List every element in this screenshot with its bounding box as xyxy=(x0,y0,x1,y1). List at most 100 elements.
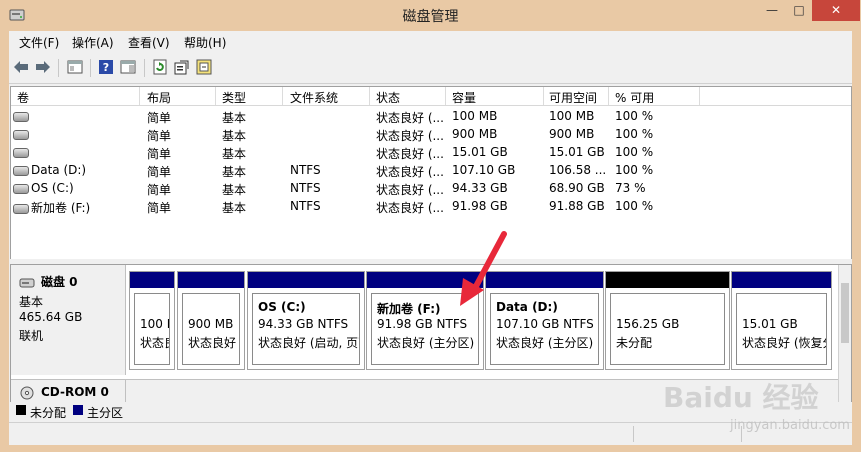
status-cell: 状态良好 (... xyxy=(376,129,444,143)
column-header-percent-free[interactable]: % 可用 xyxy=(615,89,654,106)
refresh-icon[interactable] xyxy=(151,58,169,76)
type-cell: 基本 xyxy=(222,129,247,143)
column-divider[interactable] xyxy=(543,87,544,105)
partition-status: 未分配 xyxy=(616,336,653,350)
menu-view[interactable]: 查看(V) xyxy=(128,34,170,51)
disk-management-window: 磁盘管理 — □ ✕ 文件(F) 操作(A) 查看(V) 帮助(H) ? 卷 布… xyxy=(0,0,861,452)
baidu-watermark-url: jingyan.baidu.com xyxy=(730,418,850,433)
type-cell: 基本 xyxy=(222,183,247,197)
free-space-cell: 100 MB xyxy=(549,109,595,123)
filesystem-cell: NTFS xyxy=(290,163,321,177)
column-divider[interactable] xyxy=(139,87,140,105)
column-divider[interactable] xyxy=(282,87,283,105)
type-cell: 基本 xyxy=(222,147,247,161)
volume-name-cell: 新加卷 (F:) xyxy=(13,199,90,216)
volume-name-cell xyxy=(13,145,31,159)
partition-color-bar xyxy=(248,272,364,288)
partition-color-bar xyxy=(732,272,831,288)
forward-arrow-icon[interactable] xyxy=(34,58,52,76)
partition-body: 900 MB 状态良好 ( xyxy=(182,293,240,365)
help-icon[interactable]: ? xyxy=(97,58,115,76)
partition-block[interactable]: OS (C:) 94.33 GB NTFS 状态良好 (启动, 页面 xyxy=(247,271,365,370)
menu-file[interactable]: 文件(F) xyxy=(19,34,59,51)
type-cell: 基本 xyxy=(222,201,247,215)
back-arrow-icon[interactable] xyxy=(12,58,30,76)
capacity-cell: 15.01 GB xyxy=(452,145,508,159)
status-cell: 状态良好 (... xyxy=(376,165,444,179)
layout-cell: 简单 xyxy=(147,129,172,143)
status-cell: 状态良好 (... xyxy=(376,147,444,161)
percent-free-cell: 100 % xyxy=(615,163,654,177)
column-divider[interactable] xyxy=(699,87,700,105)
partition-body: Data (D:) 107.10 GB NTFS 状态良好 (主分区) xyxy=(490,293,599,365)
percent-free-cell: 73 % xyxy=(615,181,646,195)
partition-block[interactable]: 100 MB 状态良好 xyxy=(129,271,175,370)
title-bar[interactable]: 磁盘管理 — □ ✕ xyxy=(0,0,861,31)
export-list-icon[interactable] xyxy=(195,58,213,76)
partition-body: 156.25 GB 未分配 xyxy=(610,293,725,365)
disk-0-size: 465.64 GB xyxy=(19,310,83,324)
partition-block[interactable]: 新加卷 (F:) 91.98 GB NTFS 状态良好 (主分区) xyxy=(366,271,484,370)
properties-pane-icon[interactable] xyxy=(119,58,137,76)
volume-row[interactable]: 新加卷 (F:) 简单 基本 NTFS 状态良好 (... 91.98 GB 9… xyxy=(11,197,851,215)
column-divider[interactable] xyxy=(369,87,370,105)
column-divider[interactable] xyxy=(445,87,446,105)
column-header-free-space[interactable]: 可用空间 xyxy=(549,89,597,106)
percent-free-cell: 100 % xyxy=(615,109,654,123)
free-space-cell: 15.01 GB xyxy=(549,145,605,159)
volume-list-panel: 卷 布局 类型 文件系统 状态 容量 可用空间 % 可用 简单 基本 状态良好 … xyxy=(10,86,852,260)
partition-color-bar xyxy=(367,272,483,288)
volume-row[interactable]: 简单 基本 状态良好 (... 100 MB 100 MB 100 % xyxy=(11,107,851,125)
column-header-type[interactable]: 类型 xyxy=(222,89,246,106)
column-divider[interactable] xyxy=(608,87,609,105)
partition-status: 状态良好 ( xyxy=(188,336,240,350)
scrollbar-thumb[interactable] xyxy=(841,283,849,343)
partition-block[interactable]: 156.25 GB 未分配 xyxy=(605,271,730,370)
volume-name: Data (D:) xyxy=(31,163,87,177)
partition-block[interactable]: 15.01 GB 状态良好 (恢复分 xyxy=(731,271,832,370)
partition-block[interactable]: Data (D:) 107.10 GB NTFS 状态良好 (主分区) xyxy=(485,271,604,370)
partition-title: OS (C:) xyxy=(258,300,306,314)
volume-name-cell: Data (D:) xyxy=(13,163,86,177)
column-header-status[interactable]: 状态 xyxy=(376,89,400,106)
volume-name-cell xyxy=(13,109,31,123)
volume-row[interactable]: 简单 基本 状态良好 (... 900 MB 900 MB 100 % xyxy=(11,125,851,143)
cdrom-0-label: CD-ROM 0 xyxy=(19,385,109,400)
column-divider[interactable] xyxy=(215,87,216,105)
column-header-filesystem[interactable]: 文件系统 xyxy=(290,89,338,106)
partition-block[interactable]: 900 MB 状态良好 ( xyxy=(177,271,245,370)
volume-disk-icon xyxy=(13,203,29,214)
volume-name: 新加卷 (F:) xyxy=(31,201,91,215)
show-hide-console-icon[interactable] xyxy=(66,58,84,76)
disk-0-label: 磁盘 0 xyxy=(19,273,78,290)
partition-body: OS (C:) 94.33 GB NTFS 状态良好 (启动, 页面 xyxy=(252,293,360,365)
properties-icon[interactable] xyxy=(173,58,191,76)
maximize-button[interactable]: □ xyxy=(785,0,813,21)
partition-status: 状态良好 (恢复分 xyxy=(742,336,827,350)
menu-action[interactable]: 操作(A) xyxy=(72,34,114,51)
disk-panel-scrollbar[interactable] xyxy=(838,265,851,403)
volume-row[interactable]: 简单 基本 状态良好 (... 15.01 GB 15.01 GB 100 % xyxy=(11,143,851,161)
column-header-volume[interactable]: 卷 xyxy=(17,89,29,106)
partition-status: 状态良好 (主分区) xyxy=(496,336,594,350)
disk-0-info[interactable]: 磁盘 0 基本 465.64 GB 联机 xyxy=(11,265,126,375)
svg-text:?: ? xyxy=(103,61,109,74)
menu-help[interactable]: 帮助(H) xyxy=(184,34,226,51)
partition-size: 100 MB xyxy=(140,317,169,331)
volume-row[interactable]: OS (C:) 简单 基本 NTFS 状态良好 (... 94.33 GB 68… xyxy=(11,179,851,197)
free-space-cell: 900 MB xyxy=(549,127,595,141)
hard-disk-icon xyxy=(19,278,35,287)
close-button[interactable]: ✕ xyxy=(812,0,860,21)
capacity-cell: 900 MB xyxy=(452,127,498,141)
volume-row[interactable]: Data (D:) 简单 基本 NTFS 状态良好 (... 107.10 GB… xyxy=(11,161,851,179)
partition-body: 100 MB 状态良好 xyxy=(134,293,170,365)
partition-body: 15.01 GB 状态良好 (恢复分 xyxy=(736,293,827,365)
column-header-capacity[interactable]: 容量 xyxy=(452,89,476,106)
partition-status: 状态良好 (主分区) xyxy=(377,336,475,350)
minimize-button[interactable]: — xyxy=(758,0,786,21)
percent-free-cell: 100 % xyxy=(615,145,654,159)
volume-disk-icon xyxy=(13,111,29,122)
status-cell: 状态良好 (... xyxy=(376,111,444,125)
column-header-layout[interactable]: 布局 xyxy=(147,89,171,106)
cdrom-0-info[interactable]: CD-ROM 0 xyxy=(11,379,126,403)
